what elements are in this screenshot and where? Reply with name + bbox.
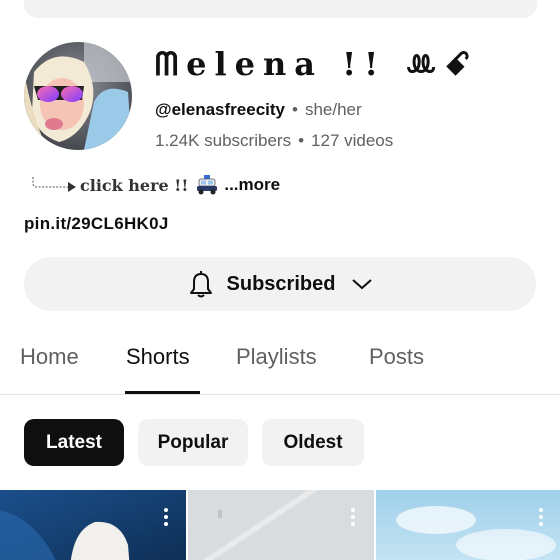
separator-dot: • xyxy=(298,131,305,150)
top-search-bar[interactable] xyxy=(24,0,537,18)
more-vert-icon[interactable] xyxy=(538,507,544,527)
subscribed-button[interactable]: Subscribed xyxy=(24,257,536,311)
separator-dot: • xyxy=(291,100,298,119)
channel-handle: @elenasfreecity xyxy=(155,100,285,119)
subscriber-count: 1.24K subscribers xyxy=(155,131,292,150)
channel-tabs: Home Shorts Playlists Posts xyxy=(0,330,560,395)
subscribed-label: Subscribed xyxy=(226,272,336,295)
hooked-arrow-icon xyxy=(32,177,76,192)
tab-playlists[interactable]: Playlists xyxy=(236,344,317,370)
filter-chip-oldest[interactable]: Oldest xyxy=(262,419,364,466)
short-thumbnail[interactable] xyxy=(376,490,560,560)
channel-handle-row: @elenasfreecity • she/her xyxy=(155,98,362,122)
tab-posts[interactable]: Posts xyxy=(369,344,424,370)
more-vert-icon[interactable] xyxy=(350,507,356,527)
channel-link[interactable]: pin.it/29CL6HK0J xyxy=(24,214,169,234)
bell-icon xyxy=(189,271,212,298)
channel-stats: 1.24K subscribers • 127 videos xyxy=(155,129,393,153)
channel-pronouns: she/her xyxy=(304,100,362,119)
channel-description[interactable]: click here !! ...more xyxy=(32,172,280,198)
tab-home[interactable]: Home xyxy=(20,344,79,370)
channel-avatar[interactable] xyxy=(24,42,132,150)
tab-shorts[interactable]: Shorts xyxy=(126,344,190,370)
video-count: 127 videos xyxy=(311,131,394,150)
description-more-link[interactable]: ...more xyxy=(224,175,280,195)
police-car-icon xyxy=(197,175,218,195)
chevron-down-icon xyxy=(352,279,373,290)
short-thumbnail[interactable] xyxy=(0,490,186,560)
channel-name: ᗰelena !! ꔛꗃ xyxy=(155,45,479,83)
short-thumbnail[interactable] xyxy=(188,490,374,560)
filter-chip-latest[interactable]: Latest xyxy=(24,419,124,466)
filter-chip-popular[interactable]: Popular xyxy=(138,419,248,466)
description-text: click here !! xyxy=(80,175,189,195)
more-vert-icon[interactable] xyxy=(163,507,169,527)
active-tab-indicator xyxy=(125,391,200,394)
